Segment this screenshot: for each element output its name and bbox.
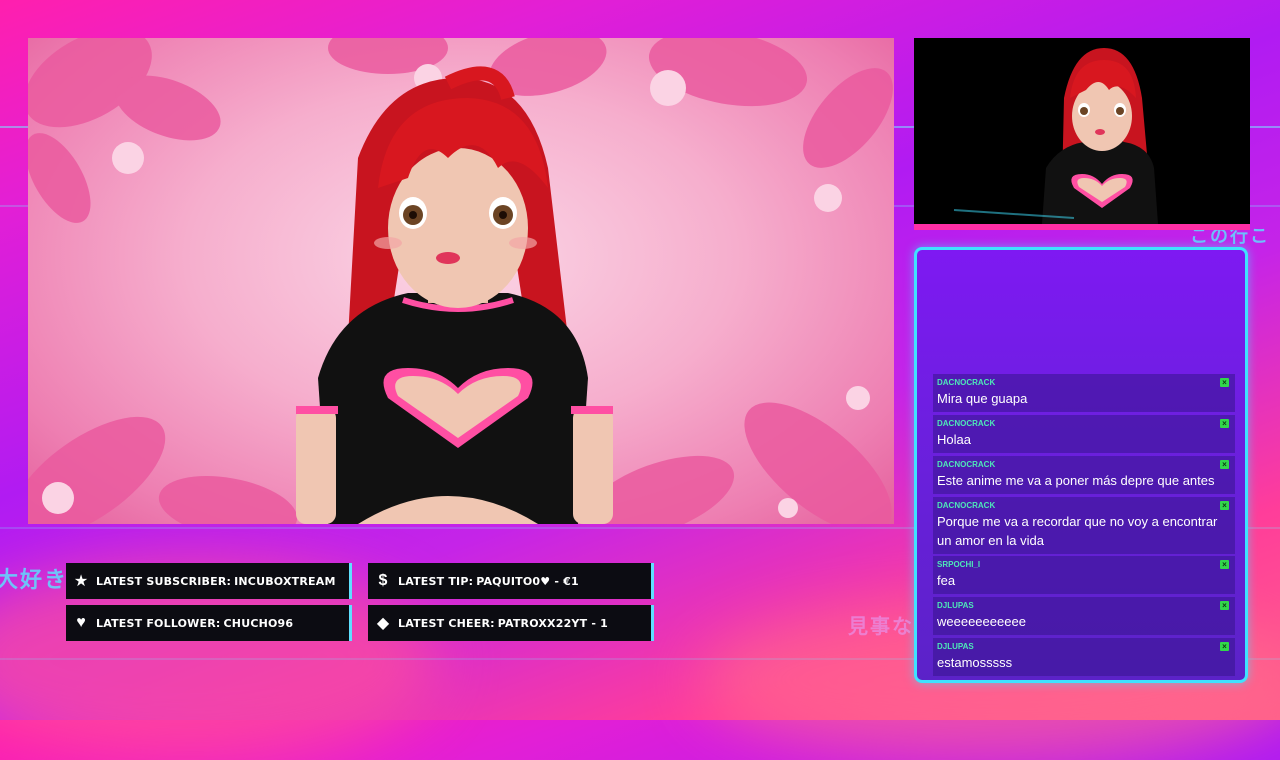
chat-username: DACNOCRACK (937, 378, 996, 387)
chat-message-text: estamosssss (937, 655, 1013, 670)
alert-value: PATROXX22YT - 1 (497, 616, 608, 630)
close-icon: × (1220, 560, 1229, 569)
alert-label: LATEST CHEER: (398, 616, 495, 630)
chat-message: DACNOCRACK Mira que guapa × (933, 374, 1235, 412)
close-icon: × (1220, 378, 1229, 387)
chat-message: DJLUPAS estamosssss × (933, 638, 1235, 676)
chat-username: SRPOCHI_I (937, 560, 981, 569)
chat-message: DJLUPAS weeeeeeeeeee × (933, 597, 1235, 635)
chat-message-text: Este anime me va a poner más depre que a… (937, 473, 1215, 488)
star-icon: ★ (73, 573, 89, 590)
close-icon: × (1220, 460, 1229, 469)
alert-value: PAQUITO0♥ - €1 (476, 574, 579, 588)
tropical-background (28, 38, 893, 524)
alert-value: INCUBOXTREAM (234, 574, 336, 588)
alert-label: LATEST FOLLOWER: (96, 616, 221, 630)
dollar-icon: $ (378, 572, 388, 589)
webcam-avatar (914, 38, 1250, 224)
chat-username: DACNOCRACK (937, 419, 996, 428)
close-icon: × (1220, 501, 1229, 510)
chat-username: DJLUPAS (937, 601, 974, 610)
chat-message-text: fea (937, 573, 956, 588)
chat-message: DACNOCRACK Porque me va a recordar que n… (933, 497, 1235, 554)
chat-message: DACNOCRACK Este anime me va a poner más … (933, 456, 1235, 494)
heart-icon: ♥ (76, 614, 86, 631)
close-icon: × (1220, 419, 1229, 428)
alert-label: LATEST SUBSCRIBER: (96, 574, 232, 588)
diamond-icon: ◆ (376, 615, 390, 632)
latest-cheer-alert: ◆ LATEST CHEER: PATROXX22YT - 1 (368, 605, 654, 641)
main-scene (28, 38, 894, 524)
latest-follower-alert: ♥ LATEST FOLLOWER: CHUCHO96 (66, 605, 352, 641)
chat-panel: DACNOCRACK Mira que guapa × DACNOCRACK H… (914, 247, 1248, 683)
chat-username: DJLUPAS (937, 642, 974, 651)
chat-message-text: weeeeeeeeeee (937, 614, 1026, 629)
chat-message-text: Porque me va a recordar que no voy a enc… (937, 514, 1218, 548)
latest-subscriber-alert: ★ LATEST SUBSCRIBER: INCUBOXTREAM (66, 563, 352, 599)
chat-message-text: Holaa (937, 432, 971, 447)
chat-message: DACNOCRACK Holaa × (933, 415, 1235, 453)
latest-tip-alert: $ LATEST TIP: PAQUITO0♥ - €1 (368, 563, 654, 599)
close-icon: × (1220, 642, 1229, 651)
close-icon: × (1220, 601, 1229, 610)
alert-value: CHUCHO96 (223, 616, 294, 630)
deco-japanese-text: 見事な (848, 614, 914, 638)
chat-username: DACNOCRACK (937, 460, 996, 469)
chat-username: DACNOCRACK (937, 501, 996, 510)
webcam-frame (914, 38, 1250, 230)
alert-label: LATEST TIP: (398, 574, 474, 588)
chat-message-text: Mira que guapa (937, 391, 1028, 406)
deco-japanese-text: 大好き (0, 568, 69, 593)
chat-message: SRPOCHI_I fea × (933, 556, 1235, 594)
